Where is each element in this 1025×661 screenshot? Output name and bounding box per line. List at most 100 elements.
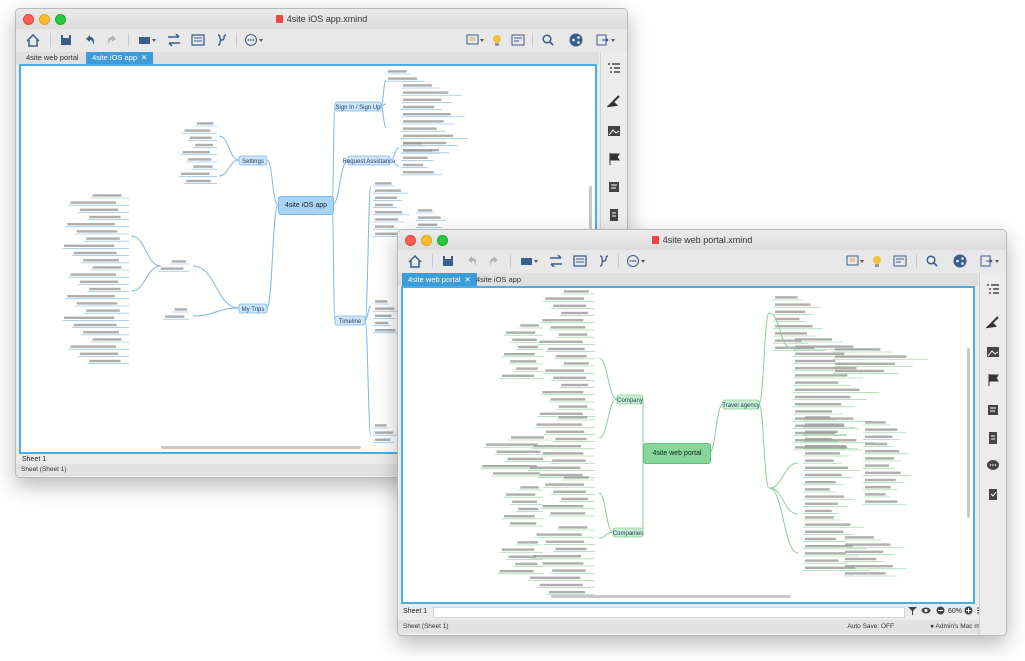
outline-icon[interactable] bbox=[607, 62, 621, 76]
leaf-label bbox=[775, 332, 807, 335]
search-icon[interactable] bbox=[924, 252, 940, 270]
more-icon[interactable] bbox=[624, 252, 648, 270]
leaf-label bbox=[795, 388, 860, 391]
filter-icon[interactable] bbox=[908, 606, 917, 619]
boundary-icon[interactable] bbox=[214, 31, 230, 49]
idea-icon[interactable] bbox=[490, 31, 504, 49]
zoom-window-button[interactable] bbox=[437, 235, 448, 246]
central-topic[interactable]: 4site web portal bbox=[643, 443, 711, 464]
leaf-label bbox=[550, 512, 586, 515]
leaf-label bbox=[558, 416, 588, 419]
leaf-label bbox=[506, 493, 536, 496]
gantt-icon[interactable] bbox=[510, 31, 526, 49]
export-icon[interactable] bbox=[978, 252, 1002, 270]
minimize-window-button[interactable] bbox=[39, 14, 50, 25]
more-icon[interactable] bbox=[242, 31, 266, 49]
notes-icon[interactable] bbox=[986, 403, 1000, 417]
format-icon[interactable] bbox=[985, 315, 1000, 329]
vertical-scrollbar[interactable] bbox=[967, 348, 970, 518]
notes-page-icon[interactable] bbox=[986, 431, 1000, 445]
zoom-window-button[interactable] bbox=[55, 14, 66, 25]
redo-icon[interactable] bbox=[486, 252, 502, 270]
leaf-label bbox=[845, 572, 886, 575]
save-icon[interactable] bbox=[58, 31, 74, 49]
relationship-icon[interactable] bbox=[548, 252, 564, 270]
central-topic[interactable]: 4site iOS app bbox=[278, 196, 334, 215]
redo-icon[interactable] bbox=[104, 31, 120, 49]
presentation-icon[interactable] bbox=[844, 252, 866, 270]
eye-icon[interactable] bbox=[921, 606, 931, 619]
leaf-label bbox=[403, 105, 435, 109]
leaf-label bbox=[795, 359, 836, 363]
presentation-icon[interactable] bbox=[464, 31, 486, 49]
undo-icon[interactable] bbox=[82, 31, 98, 49]
boundary-icon[interactable] bbox=[596, 252, 612, 270]
leaf-label bbox=[775, 296, 798, 299]
horizontal-scrollbar[interactable] bbox=[161, 446, 361, 449]
close-window-button[interactable] bbox=[405, 235, 416, 246]
leaf-label bbox=[805, 509, 832, 513]
leaf-label bbox=[550, 326, 586, 329]
zoom-in-icon[interactable] bbox=[964, 606, 973, 619]
save-icon[interactable] bbox=[440, 252, 456, 270]
structure-icon[interactable] bbox=[136, 31, 158, 49]
minimize-window-button[interactable] bbox=[421, 235, 432, 246]
notes-icon[interactable] bbox=[607, 180, 621, 194]
search-icon[interactable] bbox=[540, 31, 556, 49]
task-icon[interactable] bbox=[986, 487, 1000, 501]
close-window-button[interactable] bbox=[23, 14, 34, 25]
branch-line bbox=[768, 462, 799, 489]
home-icon[interactable] bbox=[24, 31, 42, 49]
summary-icon[interactable] bbox=[572, 252, 588, 270]
leaf-label bbox=[564, 362, 589, 365]
zoom-level[interactable]: 60% bbox=[948, 606, 962, 617]
structure-icon[interactable] bbox=[518, 252, 540, 270]
window-title: 4site web portal.xmind bbox=[652, 230, 753, 250]
branch-line bbox=[218, 159, 240, 177]
main-topic-my-trips-label: My Trips bbox=[242, 307, 265, 313]
format-icon[interactable] bbox=[606, 94, 621, 108]
branch-line bbox=[331, 159, 349, 206]
leaf-label bbox=[79, 208, 119, 211]
undo-icon[interactable] bbox=[464, 252, 480, 270]
image-icon[interactable] bbox=[607, 124, 621, 138]
share-icon[interactable] bbox=[568, 31, 584, 49]
outline-icon[interactable] bbox=[986, 283, 1000, 297]
home-icon[interactable] bbox=[406, 252, 424, 270]
tab-4site-web-portal[interactable]: 4site web portal bbox=[20, 52, 85, 64]
tab-4site-web-portal[interactable]: 4site web portal ✕ bbox=[402, 273, 477, 286]
branch-line bbox=[598, 492, 614, 533]
tab-4site-ios-app[interactable]: 4site iOS app ✕ bbox=[86, 52, 154, 64]
leaf-label bbox=[795, 374, 848, 377]
leaf-label bbox=[375, 211, 403, 214]
leaf-label bbox=[835, 369, 885, 373]
task-icon[interactable] bbox=[607, 208, 621, 222]
idea-icon[interactable] bbox=[870, 252, 884, 270]
image-icon[interactable] bbox=[986, 345, 1000, 359]
leaf-label bbox=[403, 156, 428, 159]
export-icon[interactable] bbox=[594, 31, 618, 49]
main-topic-company-label: Company bbox=[617, 398, 643, 404]
mind-map-canvas[interactable]: Travel agency Company Companies 4site web … bbox=[401, 286, 975, 604]
sheet-tab[interactable]: Sheet 1 bbox=[403, 608, 427, 615]
leaf-label bbox=[545, 540, 585, 543]
branch-line bbox=[192, 307, 240, 317]
flag-icon[interactable] bbox=[607, 152, 621, 166]
branch-line bbox=[708, 403, 724, 454]
flag-icon[interactable] bbox=[986, 373, 1000, 387]
leaf-label bbox=[70, 273, 116, 276]
leaf-label bbox=[403, 120, 444, 123]
comment-icon[interactable] bbox=[986, 459, 1000, 473]
summary-icon[interactable] bbox=[190, 31, 206, 49]
tab-4site-ios-app[interactable]: 4site iOS app bbox=[470, 273, 527, 286]
close-tab-icon[interactable]: ✕ bbox=[141, 53, 147, 62]
relationship-icon[interactable] bbox=[166, 31, 182, 49]
horizontal-scrollbar[interactable] bbox=[551, 595, 791, 598]
share-icon[interactable] bbox=[952, 252, 968, 270]
leaf-label bbox=[92, 194, 122, 197]
zoom-out-icon[interactable] bbox=[936, 606, 945, 619]
leaf-label bbox=[533, 555, 582, 558]
leaf-label bbox=[403, 113, 451, 116]
gantt-icon[interactable] bbox=[892, 252, 908, 270]
leaf-label bbox=[89, 215, 121, 219]
